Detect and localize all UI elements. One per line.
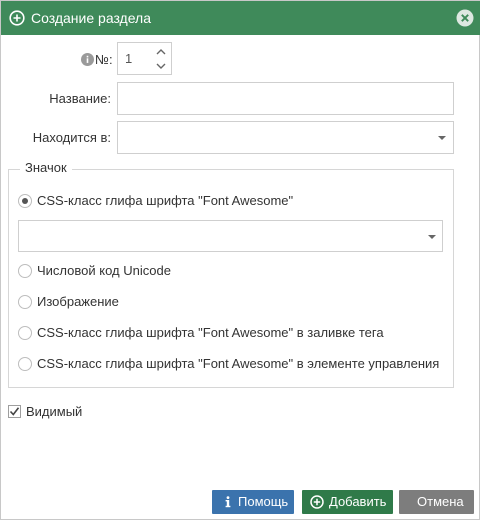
radio-label: Числовой код Unicode (37, 263, 171, 278)
chevron-down-icon[interactable] (426, 233, 438, 241)
cancel-button-label: Отмена (417, 494, 464, 509)
close-icon[interactable] (456, 9, 474, 27)
name-label: Название: (49, 91, 111, 106)
number-value[interactable]: 1 (125, 51, 132, 66)
radio-label: CSS-класс глифа шрифта "Font Awesome" в … (37, 356, 440, 371)
radio-label: CSS-класс глифа шрифта "Font Awesome" в … (37, 325, 384, 340)
dialog-titlebar: Создание раздела (1, 1, 480, 35)
add-button[interactable]: Добавить (302, 490, 393, 514)
radio-button[interactable] (18, 326, 32, 340)
cancel-button[interactable]: Отмена (399, 490, 474, 514)
name-input[interactable] (117, 82, 454, 115)
help-button[interactable]: Помощь (212, 490, 294, 514)
icon-fieldset-legend: Значок (20, 160, 72, 176)
visible-label: Видимый (26, 404, 83, 419)
chevron-down-icon[interactable] (436, 134, 448, 142)
dialog-title: Создание раздела (31, 10, 152, 26)
parent-select[interactable] (117, 121, 454, 154)
chevron-up-icon[interactable] (154, 46, 168, 58)
radio-label: CSS-класс глифа шрифта "Font Awesome" (37, 193, 294, 208)
plus-circle-icon (9, 10, 25, 26)
parent-label: Находится в: (32, 130, 111, 145)
radio-selected-dot (22, 198, 28, 204)
number-spinner[interactable]: 1 (117, 42, 172, 75)
glyph-class-select[interactable] (18, 220, 443, 252)
checkbox[interactable] (8, 405, 21, 418)
help-button-label: Помощь (238, 494, 289, 509)
number-label: №: (95, 52, 113, 67)
radio-button[interactable] (18, 264, 32, 278)
create-section-dialog: Создание раздела №: 1 Название: Находитс… (0, 0, 480, 520)
checkmark-icon (9, 407, 20, 416)
plus-circle-icon (310, 495, 324, 509)
radio-button[interactable] (18, 295, 32, 309)
info-icon[interactable] (81, 53, 94, 66)
radio-button[interactable] (18, 357, 32, 371)
chevron-down-icon[interactable] (154, 60, 168, 72)
radio-label: Изображение (37, 294, 119, 309)
info-icon (225, 496, 231, 508)
add-button-label: Добавить (329, 494, 387, 509)
radio-button[interactable] (18, 194, 32, 208)
